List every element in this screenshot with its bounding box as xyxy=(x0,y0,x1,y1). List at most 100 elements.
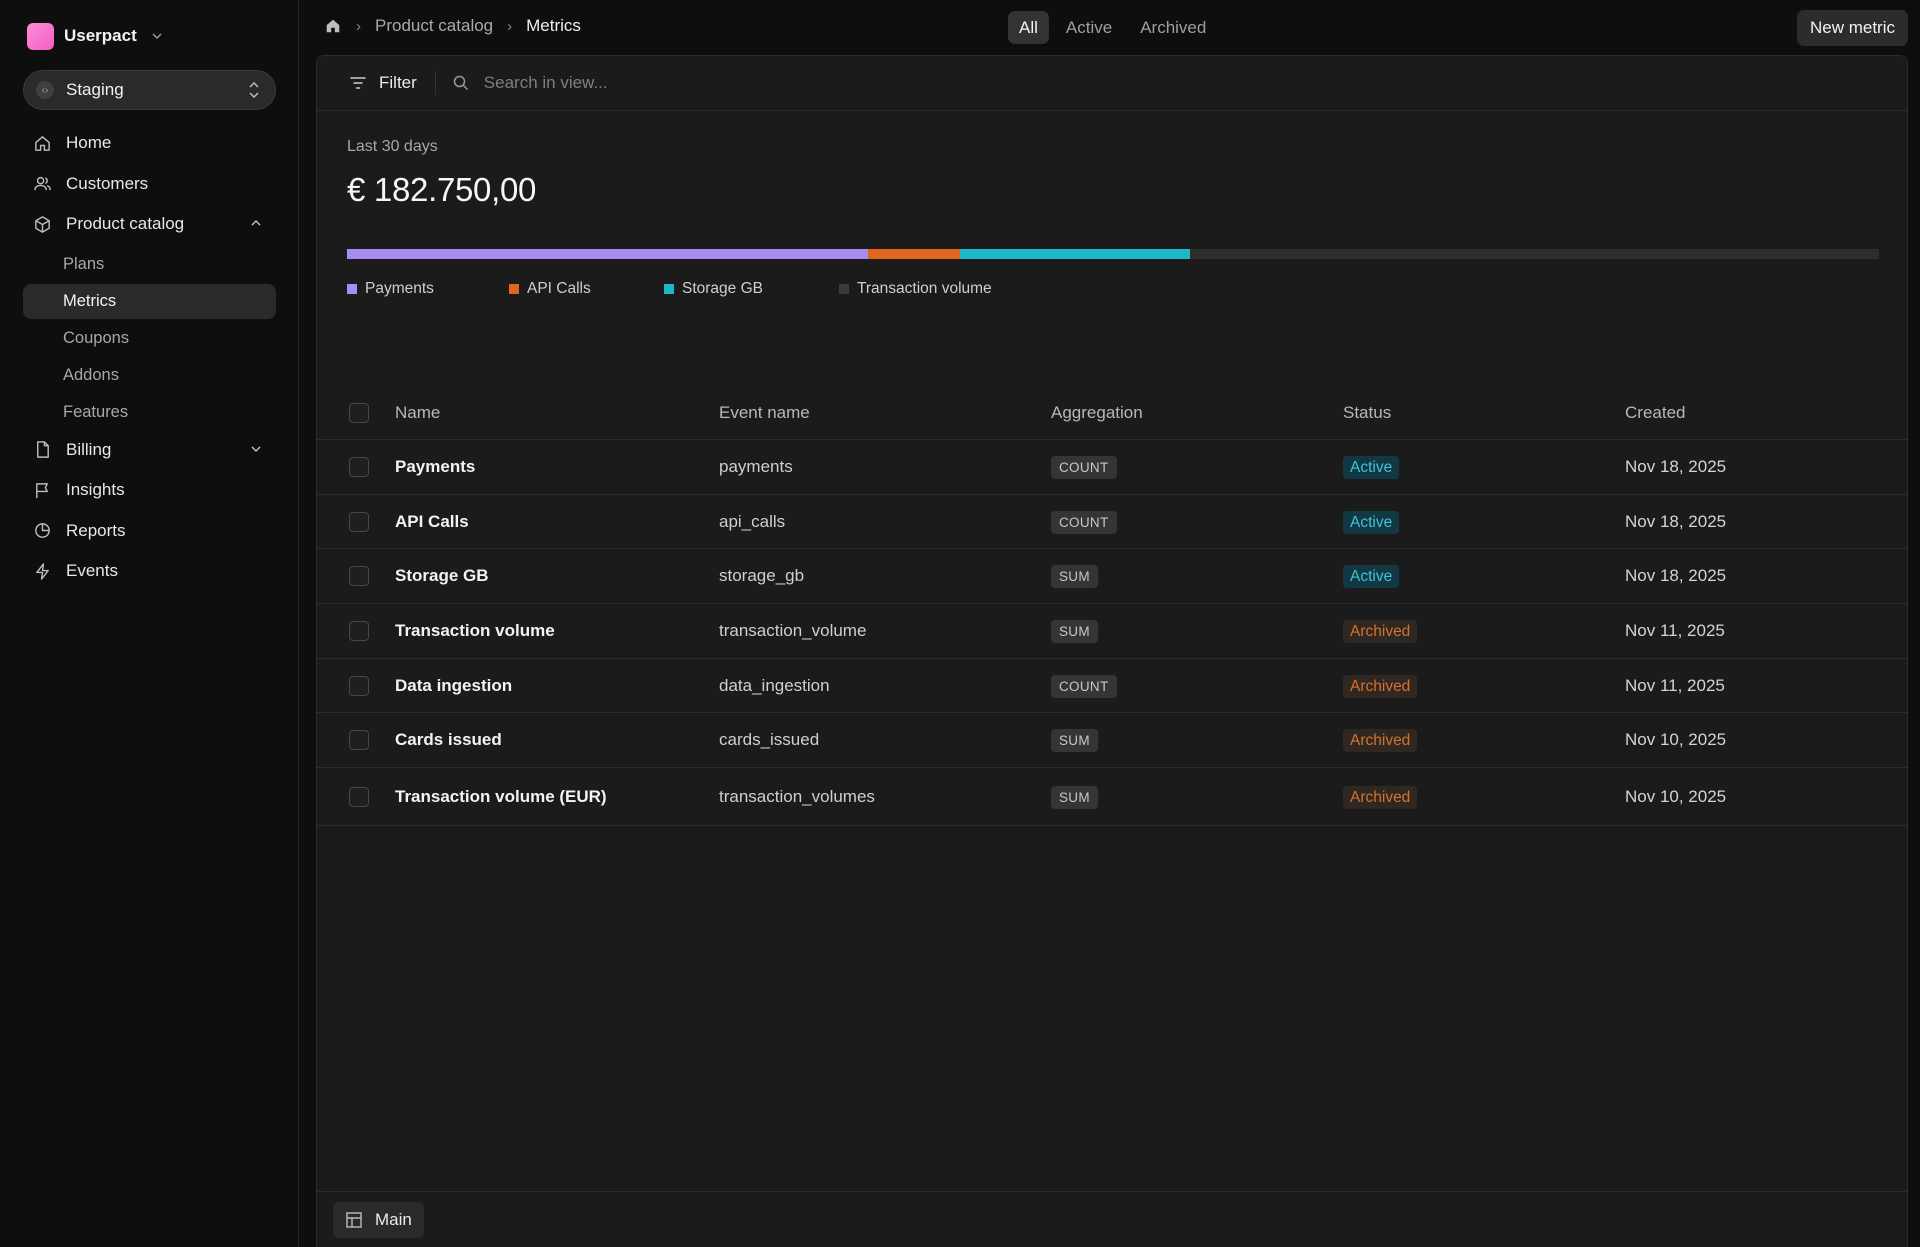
sidebar-subitem-metrics[interactable]: Metrics xyxy=(23,283,276,319)
column-header-aggregation[interactable]: Aggregation xyxy=(1051,403,1143,423)
sidebar-item-reports[interactable]: Reports xyxy=(23,513,276,549)
table-row[interactable]: Data ingestion data_ingestion COUNT Archive… xyxy=(317,659,1907,714)
chevron-right-icon: › xyxy=(507,17,513,35)
created-date: Nov 10, 2025 xyxy=(1625,730,1727,750)
created-date: Nov 18, 2025 xyxy=(1625,511,1727,531)
tab-all[interactable]: All xyxy=(1008,11,1049,44)
column-header-event[interactable]: Event name xyxy=(719,403,810,423)
metrics-table: Name Event name Aggregation Status Creat… xyxy=(317,386,1907,827)
aggregation-cell: SUM xyxy=(1051,785,1098,809)
breadcrumb-parent[interactable]: Product catalog xyxy=(375,16,493,36)
table-header: Name Event name Aggregation Status Creat… xyxy=(317,386,1907,440)
metric-name[interactable]: Transaction volume xyxy=(395,621,555,641)
chevron-down-icon xyxy=(251,445,261,452)
main-panel: Filter Search in view... Last 30 days € … xyxy=(316,55,1908,1247)
revenue-summary: Last 30 days € 182.750,00 xyxy=(347,138,536,209)
sidebar-item-home[interactable]: Home xyxy=(23,125,276,161)
lightning-icon xyxy=(36,562,49,580)
total-amount: € 182.750,00 xyxy=(347,171,537,208)
bar-segment-api-calls xyxy=(867,249,960,259)
legend-swatch xyxy=(839,284,849,294)
table-icon xyxy=(346,1212,362,1228)
sidebar-nav: Home Customers Product catalog Plans Met… xyxy=(23,125,276,594)
row-checkbox[interactable] xyxy=(349,511,369,532)
home-icon[interactable] xyxy=(324,17,342,35)
sidebar-subitem-features[interactable]: Features xyxy=(23,395,276,430)
view-tab-label: Main xyxy=(375,1210,412,1229)
sidebar-item-customers[interactable]: Customers xyxy=(23,166,276,202)
breakdown-legend: Payments API Calls Storage GB Transaction v… xyxy=(347,280,999,298)
status-badge: Active xyxy=(1343,565,1400,589)
tab-active[interactable]: Active xyxy=(1055,11,1123,44)
status-tabs: All Active Archived xyxy=(1008,11,1217,44)
column-header-name[interactable]: Name xyxy=(395,403,440,423)
column-header-status[interactable]: Status xyxy=(1343,403,1391,423)
aggregation-badge: SUM xyxy=(1051,565,1098,589)
pie-chart-icon xyxy=(35,523,50,538)
row-checkbox[interactable] xyxy=(349,620,369,641)
table-row[interactable]: Payments payments COUNT Active Nov 18, 2025 xyxy=(317,440,1907,495)
status-badge: Archived xyxy=(1343,674,1418,698)
metric-name[interactable]: Storage GB xyxy=(395,566,489,586)
search-input[interactable]: Search in view... xyxy=(452,73,608,93)
tab-archived[interactable]: Archived xyxy=(1129,11,1217,44)
aggregation-badge: COUNT xyxy=(1051,455,1117,479)
workspace-switcher[interactable]: Userpact xyxy=(27,22,163,50)
sidebar-item-billing[interactable]: Billing xyxy=(23,432,276,468)
event-name: payments xyxy=(719,456,793,476)
sidebar-subitem-addons[interactable]: Addons xyxy=(23,358,276,393)
sidebar-item-events[interactable]: Events xyxy=(23,553,276,589)
sidebar-item-insights[interactable]: Insights xyxy=(23,472,276,508)
document-icon xyxy=(37,441,49,458)
status-cell: Archived xyxy=(1343,729,1418,753)
sidebar-subitem-coupons[interactable]: Coupons xyxy=(23,321,276,356)
metric-name[interactable]: Payments xyxy=(395,457,475,477)
row-checkbox[interactable] xyxy=(349,456,369,477)
sidebar-item-label: Reports xyxy=(66,520,126,540)
sidebar-item-product-catalog[interactable]: Product catalog xyxy=(23,206,276,242)
status-cell: Archived xyxy=(1343,785,1418,809)
filter-icon xyxy=(350,77,366,89)
sidebar-item-label: Customers xyxy=(66,173,149,193)
table-row[interactable]: Storage GB storage_gb SUM Active Nov 18, 202… xyxy=(317,549,1907,605)
environment-selector[interactable]: ‹› Staging xyxy=(23,70,276,110)
metric-name[interactable]: Cards issued xyxy=(395,730,502,750)
select-all-checkbox[interactable] xyxy=(349,402,369,423)
metric-name[interactable]: Data ingestion xyxy=(395,676,512,696)
event-name: storage_gb xyxy=(719,566,805,586)
aggregation-badge: SUM xyxy=(1051,729,1098,753)
event-name: data_ingestion xyxy=(719,675,830,695)
breadcrumb: › Product catalog › Metrics xyxy=(324,16,581,36)
row-checkbox[interactable] xyxy=(349,730,369,751)
row-checkbox[interactable] xyxy=(349,675,369,696)
view-tab-main[interactable]: Main xyxy=(333,1202,424,1238)
table-row[interactable]: Transaction volume transaction_volume SUM A… xyxy=(317,604,1907,659)
table-row[interactable]: Transaction volume (EUR) transaction_volu… xyxy=(317,768,1907,827)
aggregation-cell: SUM xyxy=(1051,619,1098,643)
legend-label: Payments xyxy=(365,280,434,297)
table-row[interactable]: API Calls api_calls COUNT Active Nov 18, 202… xyxy=(317,495,1907,550)
sidebar-item-label: Billing xyxy=(66,439,112,459)
created-date: Nov 18, 2025 xyxy=(1625,456,1727,476)
table-row[interactable]: Cards issued cards_issued SUM Archived Nov 1… xyxy=(317,713,1907,769)
status-cell: Active xyxy=(1343,510,1400,534)
column-header-created[interactable]: Created xyxy=(1625,403,1685,423)
row-checkbox[interactable] xyxy=(349,566,369,587)
aggregation-cell: SUM xyxy=(1051,565,1098,589)
filter-button[interactable]: Filter xyxy=(349,71,436,95)
status-cell: Archived xyxy=(1343,674,1418,698)
sidebar-item-label: Insights xyxy=(66,480,125,499)
aggregation-badge: COUNT xyxy=(1051,674,1117,698)
box-icon xyxy=(35,215,50,233)
row-checkbox[interactable] xyxy=(349,786,369,807)
status-cell: Archived xyxy=(1343,619,1418,643)
aggregation-badge: SUM xyxy=(1051,619,1098,643)
metric-name[interactable]: Transaction volume (EUR) xyxy=(395,787,607,807)
sidebar-subitem-plans[interactable]: Plans xyxy=(23,247,276,282)
new-metric-button[interactable]: New metric xyxy=(1796,10,1908,46)
metric-name[interactable]: API Calls xyxy=(395,512,469,532)
search-placeholder: Search in view... xyxy=(483,73,608,92)
flag-icon xyxy=(36,482,48,498)
environment-label: Staging xyxy=(66,80,124,99)
legend-item: API Calls xyxy=(509,280,664,298)
